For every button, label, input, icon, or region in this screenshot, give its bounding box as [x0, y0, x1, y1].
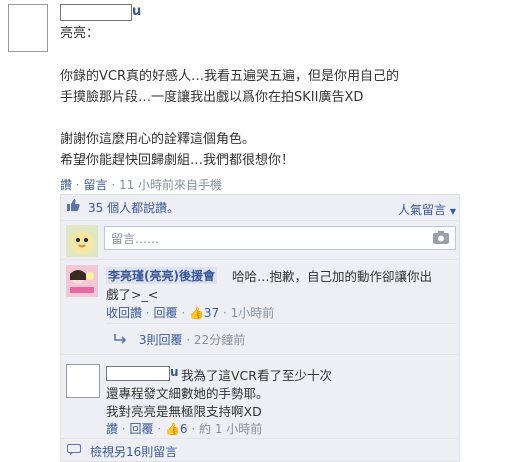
- post-greeting: 亮亮：: [60, 26, 100, 41]
- divider: [61, 220, 458, 221]
- post-meta: · 11 小時前來自手機: [111, 178, 223, 192]
- fanclub-avatar[interactable]: [66, 265, 98, 297]
- poster-name-suffix[interactable]: u: [132, 4, 141, 19]
- commenter2-name-suffix[interactable]: u: [170, 365, 179, 379]
- comment2-time: 約 1 小時前: [199, 422, 263, 436]
- comments-icon: [67, 444, 81, 460]
- post-line-1: 你錄的VCR真的好感人…我看五遍哭五遍，但是你用自己的: [60, 69, 400, 84]
- comment1-time: 1小時前: [230, 306, 275, 320]
- thumbs-up-icon: 👍: [188, 306, 204, 320]
- divider: [61, 354, 458, 355]
- divider: [61, 259, 458, 260]
- commenter2-avatar[interactable]: [66, 364, 100, 398]
- comment2-text-1: 我為了這VCR看了至少十次: [181, 368, 332, 383]
- comment1-text-2: 戲了>_<: [106, 287, 159, 302]
- comment-input[interactable]: 留言……: [104, 226, 456, 250]
- sort-label: 人氣留言: [398, 203, 447, 217]
- divider: [106, 323, 456, 324]
- comment1-actions: 收回讚 · 回覆 · 👍37 · 1小時前: [106, 306, 275, 320]
- post-line-4: 希望你能趕快回歸劇組…我們都很想你！: [60, 153, 295, 168]
- comment2-text-3: 我對亮亮是無極限支持啊XD: [106, 404, 262, 419]
- comment-input-placeholder: 留言……: [111, 232, 160, 246]
- comment2-text-2: 還專程發文細數她的手勢耶。: [106, 386, 269, 401]
- comment1-likes[interactable]: 👍37: [189, 306, 219, 320]
- post-actions: 讚 · 留言 · 11 小時前來自手機: [60, 178, 223, 192]
- post-line-3: 謝謝你這麼用心的詮釋這個角色。: [60, 132, 256, 147]
- comment1-like-count: 37: [203, 306, 220, 320]
- post-comment-link[interactable]: 留言: [83, 178, 107, 192]
- chevron-down-icon: ▼: [449, 207, 456, 216]
- reply-arrow-icon: [114, 333, 131, 347]
- comment1-reply[interactable]: 回覆: [153, 306, 177, 320]
- comment2-like[interactable]: 讚: [106, 422, 118, 436]
- comment2-like-count: 6: [179, 422, 188, 436]
- comment1-unlike[interactable]: 收回讚: [106, 306, 142, 320]
- poster-name-redacted[interactable]: [60, 4, 132, 21]
- post-line-2: 手摸臉那片段…一度讓我出戲以爲你在拍SKII廣告XD: [60, 90, 364, 105]
- sort-comments-dropdown[interactable]: 人氣留言 ▼: [398, 201, 456, 218]
- comment2-actions: 讚 · 回覆 · 👍6 · 約 1 小時前: [106, 422, 263, 436]
- likes-count-text[interactable]: 35 個人都說讚。: [88, 199, 179, 216]
- poster-avatar[interactable]: [8, 4, 48, 52]
- view-more-comments-link[interactable]: 檢視另16則留言: [90, 443, 177, 460]
- thumbs-up-icon: [66, 198, 80, 216]
- comment1-author[interactable]: 李亮瑾(亮亮)後援會: [106, 267, 217, 284]
- comment1-text-1: 哈哈…抱歉，自己加的動作卻讓你出: [232, 269, 433, 284]
- divider: [61, 438, 458, 439]
- comment1-replies-link[interactable]: 3則回覆: [139, 333, 183, 347]
- comment1-replies-row: 3則回覆 · 22分鐘前: [114, 331, 245, 348]
- post-like-link[interactable]: 讚: [60, 178, 72, 192]
- comment2-reply[interactable]: 回覆: [129, 422, 153, 436]
- commenter2-name-redacted[interactable]: [106, 366, 170, 381]
- current-user-avatar: [66, 225, 98, 257]
- comment1-replies-time: · 22分鐘前: [186, 333, 246, 347]
- thumbs-up-icon: 👍: [164, 422, 180, 436]
- comment2-likes[interactable]: 👍6: [165, 422, 188, 436]
- camera-icon[interactable]: [433, 230, 449, 248]
